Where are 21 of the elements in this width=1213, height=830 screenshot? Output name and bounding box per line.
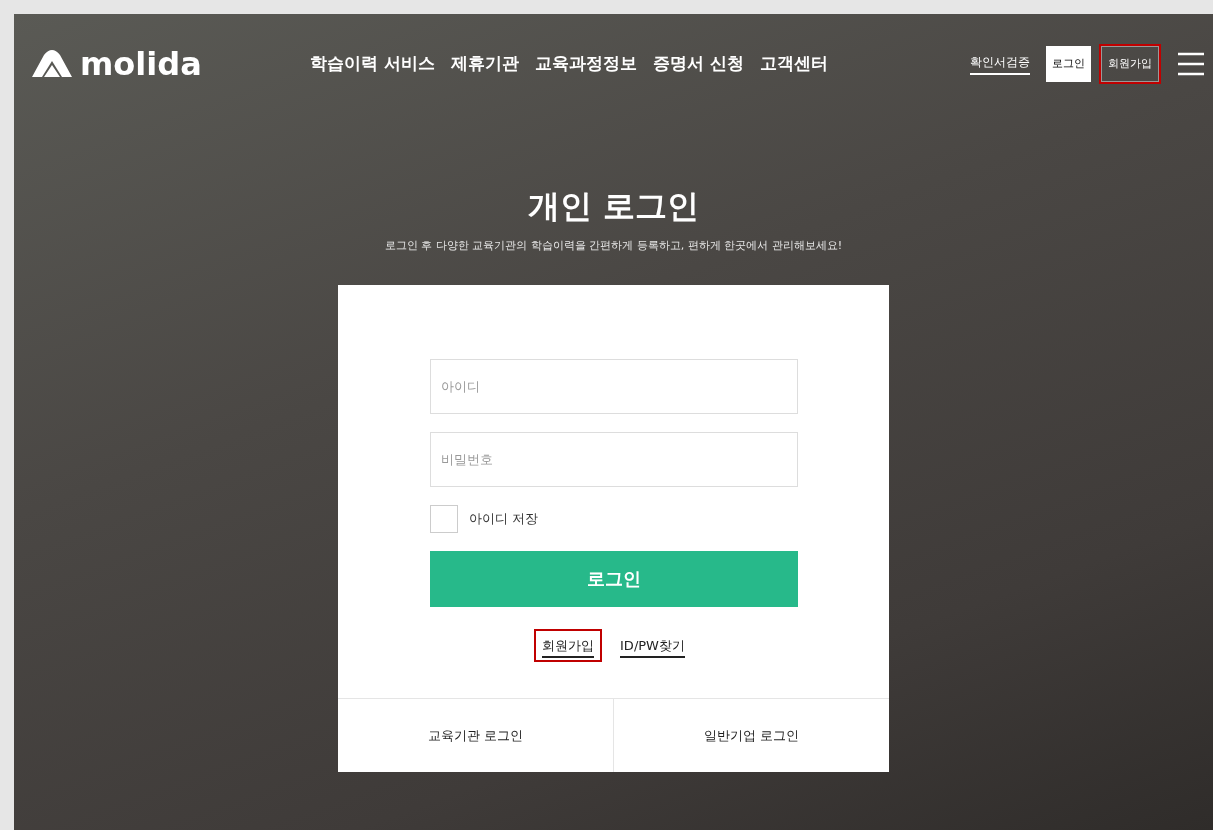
logo-text: molida: [80, 48, 202, 80]
menu-icon[interactable]: [1177, 52, 1205, 76]
remember-label: 아이디 저장: [468, 509, 538, 528]
signup-button[interactable]: 회원가입: [1101, 46, 1159, 82]
nav-link[interactable]: 교육과정정보: [534, 51, 637, 77]
nav-link[interactable]: 제휴기관: [450, 51, 519, 77]
logo-icon: [30, 49, 74, 79]
login-type-tab[interactable]: 일반기업 로그인: [613, 699, 889, 772]
password-field[interactable]: 비밀번호: [429, 431, 798, 487]
login-type-tab[interactable]: 교육기관 로그인: [338, 699, 613, 772]
nav-link[interactable]: 증명서 신청: [652, 51, 744, 77]
page-subtitle: 로그인 후 다양한 교육기관의 학습이력을 간편하게 등록하고, 편하게 한곳에서 관리해보세요!: [384, 238, 843, 254]
login-button[interactable]: 로그인: [1046, 46, 1091, 82]
remember-checkbox[interactable]: [429, 504, 458, 533]
find-account-link[interactable]: ID/PW찾기: [614, 630, 691, 660]
nav-link[interactable]: 학습이력 서비스: [309, 51, 435, 77]
id-field[interactable]: 아이디: [429, 358, 798, 414]
signup-link[interactable]: 회원가입: [536, 630, 601, 660]
nav-link[interactable]: 고객센터: [759, 51, 828, 77]
verify-link[interactable]: 확인서검증: [970, 53, 1030, 75]
page-title: 개인 로그인: [527, 186, 700, 226]
